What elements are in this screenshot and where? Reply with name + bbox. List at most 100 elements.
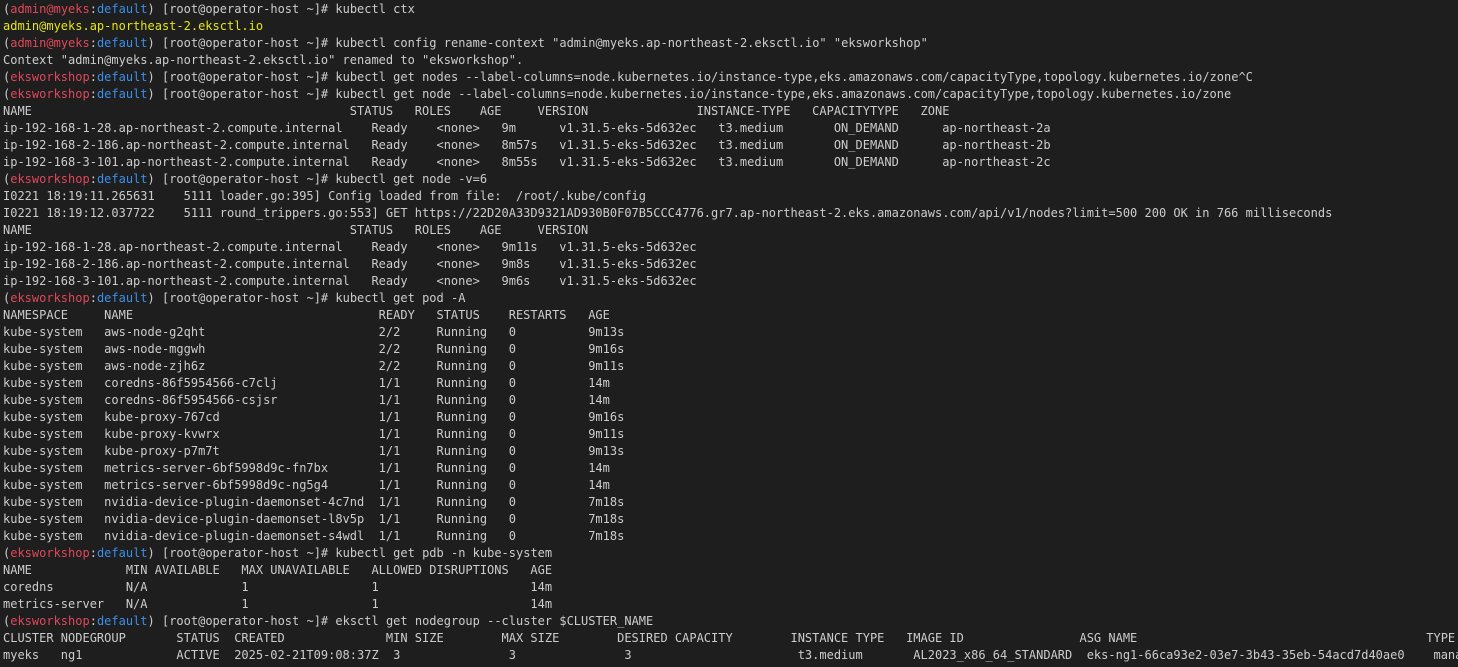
output-text: kube-system kube-proxy-767cd 1/1 Running… [3, 410, 625, 424]
prompt-suffix: ) [root@operator-host ~]# [147, 36, 336, 50]
prompt-context: eksworkshop [10, 546, 90, 560]
prompt-at: @ [46, 2, 54, 16]
prompt-colon: : [89, 70, 97, 84]
output-text: ip-192-168-2-186.ap-northeast-2.compute.… [3, 138, 1051, 152]
output-line: kube-system aws-node-mggwh 2/2 Running 0… [3, 341, 1458, 358]
output-text: I0221 18:19:11.265631 5111 loader.go:395… [3, 189, 646, 203]
output-line: kube-system metrics-server-6bf5998d9c-ng… [3, 477, 1458, 494]
output-line: kube-system metrics-server-6bf5998d9c-fn… [3, 460, 1458, 477]
prompt-suffix: ) [root@operator-host ~]# [147, 70, 336, 84]
output-text: kube-system nvidia-device-plugin-daemons… [3, 529, 625, 543]
prompt-context: eksworkshop [10, 87, 90, 101]
current-context: admin@myeks.ap-northeast-2.eksctl.io [3, 19, 264, 33]
prompt-namespace: default [96, 70, 148, 84]
output-text: ip-192-168-3-101.ap-northeast-2.compute.… [3, 155, 1051, 169]
command-text: kubectl ctx [335, 2, 415, 16]
prompt-host: myeks [53, 2, 90, 16]
output-line: ip-192-168-1-28.ap-northeast-2.compute.i… [3, 239, 1458, 256]
output-line: admin@myeks.ap-northeast-2.eksctl.io [3, 18, 1458, 35]
output-text: ip-192-168-3-101.ap-northeast-2.compute.… [3, 274, 697, 288]
output-line: kube-system kube-proxy-767cd 1/1 Running… [3, 409, 1458, 426]
prompt-at: @ [46, 36, 54, 50]
output-line: Context "admin@myeks.ap-northeast-2.eksc… [3, 52, 1458, 69]
prompt-line: (eksworkshop:default) [root@operator-hos… [3, 86, 1458, 103]
output-text: kube-system kube-proxy-p7m7t 1/1 Running… [3, 444, 625, 458]
prompt-suffix: ) [root@operator-host ~]# [147, 172, 336, 186]
prompt-namespace: default [96, 614, 148, 628]
prompt-user: admin [10, 36, 47, 50]
output-text: NAME MIN AVAILABLE MAX UNAVAILABLE ALLOW… [3, 563, 553, 577]
output-text: ip-192-168-2-186.ap-northeast-2.compute.… [3, 257, 697, 271]
command-text: kubectl get pod -A [335, 291, 466, 305]
prompt-line: (eksworkshop:default) [root@operator-hos… [3, 171, 1458, 188]
prompt-colon: : [89, 87, 97, 101]
prompt-context: eksworkshop [10, 614, 90, 628]
output-line: kube-system aws-node-zjh6z 2/2 Running 0… [3, 358, 1458, 375]
output-line: I0221 18:19:12.037722 5111 round_tripper… [3, 205, 1458, 222]
command-text: kubectl get pdb -n kube-system [335, 546, 553, 560]
prompt-context: eksworkshop [10, 172, 90, 186]
output-text: kube-system coredns-86f5954566-c7clj 1/1… [3, 376, 610, 390]
prompt-colon: : [89, 36, 97, 50]
output-text: kube-system nvidia-device-plugin-daemons… [3, 512, 625, 526]
prompt-colon: : [89, 546, 97, 560]
command-text: kubectl get node --label-columns=node.ku… [335, 87, 1232, 101]
output-line: coredns N/A 1 1 14m [3, 579, 1458, 596]
prompt-namespace: default [96, 546, 148, 560]
output-line: kube-system aws-node-g2qht 2/2 Running 0… [3, 324, 1458, 341]
command-text: eksctl get nodegroup --cluster $CLUSTER_… [335, 614, 654, 628]
output-text: NAMESPACE NAME READY STATUS RESTARTS AGE [3, 308, 610, 322]
output-text: kube-system coredns-86f5954566-csjsr 1/1… [3, 393, 610, 407]
prompt-suffix: ) [root@operator-host ~]# [147, 614, 336, 628]
output-line: kube-system nvidia-device-plugin-daemons… [3, 528, 1458, 545]
output-text: kube-system aws-node-mggwh 2/2 Running 0… [3, 342, 625, 356]
output-line: ip-192-168-2-186.ap-northeast-2.compute.… [3, 256, 1458, 273]
prompt-line: (eksworkshop:default) [root@operator-hos… [3, 290, 1458, 307]
output-text: ip-192-168-1-28.ap-northeast-2.compute.i… [3, 240, 697, 254]
prompt-namespace: default [96, 172, 148, 186]
prompt-colon: : [89, 291, 97, 305]
output-line: kube-system nvidia-device-plugin-daemons… [3, 494, 1458, 511]
output-line: I0221 18:19:11.265631 5111 loader.go:395… [3, 188, 1458, 205]
prompt-user: admin [10, 2, 47, 16]
command-text: kubectl get nodes --label-columns=node.k… [335, 70, 1253, 84]
prompt-namespace: default [96, 36, 148, 50]
output-line: kube-system coredns-86f5954566-csjsr 1/1… [3, 392, 1458, 409]
command-text: kubectl get node -v=6 [335, 172, 488, 186]
command-text: kubectl config rename-context "admin@mye… [335, 36, 928, 50]
output-text: kube-system nvidia-device-plugin-daemons… [3, 495, 625, 509]
output-line: NAME STATUS ROLES AGE VERSION [3, 222, 1458, 239]
output-text: kube-system metrics-server-6bf5998d9c-fn… [3, 461, 610, 475]
prompt-suffix: ) [root@operator-host ~]# [147, 291, 336, 305]
prompt-context: eksworkshop [10, 70, 90, 84]
prompt-suffix: ) [root@operator-host ~]# [147, 546, 336, 560]
output-line: CLUSTER NODEGROUP STATUS CREATED MIN SIZ… [3, 630, 1458, 647]
output-text: CLUSTER NODEGROUP STATUS CREATED MIN SIZ… [3, 631, 1456, 645]
output-line: NAMESPACE NAME READY STATUS RESTARTS AGE [3, 307, 1458, 324]
output-line: kube-system nvidia-device-plugin-daemons… [3, 511, 1458, 528]
prompt-colon: : [89, 2, 97, 16]
output-text: kube-system metrics-server-6bf5998d9c-ng… [3, 478, 610, 492]
output-text: NAME STATUS ROLES AGE VERSION [3, 223, 589, 237]
prompt-suffix: ) [root@operator-host ~]# [147, 2, 336, 16]
prompt-line: (eksworkshop:default) [root@operator-hos… [3, 69, 1458, 86]
output-text: myeks ng1 ACTIVE 2025-02-21T09:08:37Z 3 … [3, 648, 1458, 662]
output-text: I0221 18:19:12.037722 5111 round_tripper… [3, 206, 1333, 220]
prompt-host: myeks [53, 36, 90, 50]
output-line: ip-192-168-1-28.ap-northeast-2.compute.i… [3, 120, 1458, 137]
terminal-window[interactable]: (admin@myeks:default) [root@operator-hos… [0, 0, 1458, 667]
output-line: kube-system kube-proxy-p7m7t 1/1 Running… [3, 443, 1458, 460]
output-line: ip-192-168-3-101.ap-northeast-2.compute.… [3, 273, 1458, 290]
output-line: metrics-server N/A 1 1 14m [3, 596, 1458, 613]
output-line: kube-system coredns-86f5954566-c7clj 1/1… [3, 375, 1458, 392]
output-text: coredns N/A 1 1 14m [3, 580, 553, 594]
prompt-context: eksworkshop [10, 291, 90, 305]
output-text: ip-192-168-1-28.ap-northeast-2.compute.i… [3, 121, 1051, 135]
prompt-colon: : [89, 614, 97, 628]
output-line: kube-system kube-proxy-kvwrx 1/1 Running… [3, 426, 1458, 443]
output-text: kube-system kube-proxy-kvwrx 1/1 Running… [3, 427, 625, 441]
prompt-namespace: default [96, 291, 148, 305]
prompt-line: (eksworkshop:default) [root@operator-hos… [3, 545, 1458, 562]
prompt-line: (eksworkshop:default) [root@operator-hos… [3, 613, 1458, 630]
prompt-suffix: ) [root@operator-host ~]# [147, 87, 336, 101]
